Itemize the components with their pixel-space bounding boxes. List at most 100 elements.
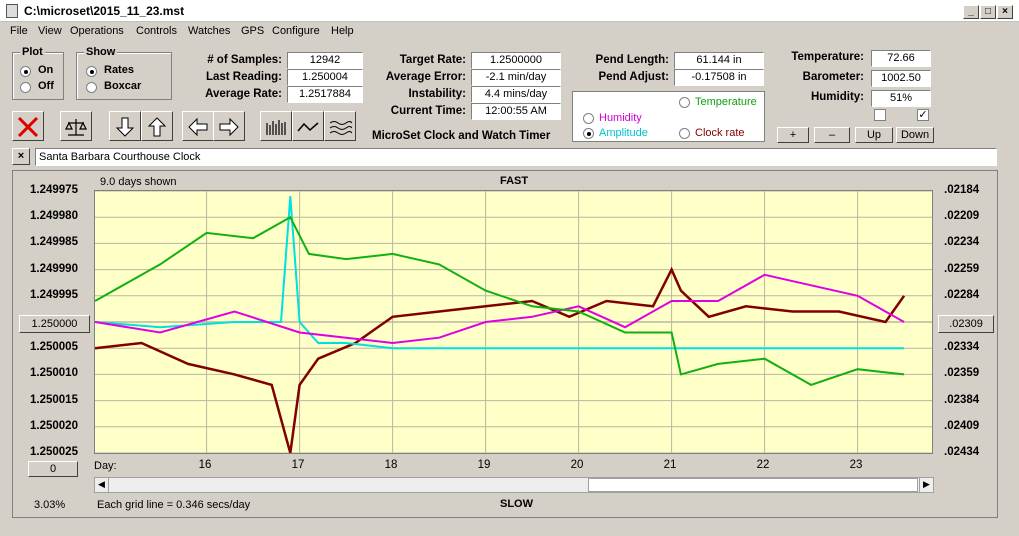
day-axis-label: Day: — [94, 460, 117, 472]
series-line-temperature — [94, 215, 905, 386]
humidity-radio[interactable] — [583, 113, 594, 124]
samples-label: # of Samples: — [207, 54, 282, 66]
y-right-tick-label: .02434 — [944, 446, 980, 458]
show-boxcar-radio[interactable] — [86, 82, 97, 93]
window-title: C:\microset\2015_11_23.mst — [24, 4, 185, 18]
temperature-radio[interactable] — [679, 97, 690, 108]
scroll-left-button[interactable] — [182, 111, 214, 141]
fast-label: FAST — [500, 175, 529, 187]
menu-help[interactable]: Help — [331, 25, 354, 37]
balance-button[interactable] — [60, 111, 92, 141]
arrow-down-icon — [115, 117, 135, 137]
balance-scale-icon — [65, 119, 87, 136]
scroll-left-arrow-icon[interactable]: ◀ — [95, 478, 109, 492]
plot-off-radio[interactable] — [20, 82, 31, 93]
menu-operations[interactable]: Operations — [70, 25, 124, 37]
red-x-icon — [17, 116, 39, 138]
compress-button[interactable] — [260, 111, 292, 141]
y-left-tick-label: 1.250025 — [30, 446, 78, 458]
temperature-value: 72.66 — [871, 50, 931, 67]
humidity-value: 51% — [871, 90, 931, 107]
y-left-tick-label: 1.250020 — [30, 419, 78, 432]
chart-svg — [94, 190, 932, 454]
series-line-humidity — [94, 273, 905, 345]
shift-up-button[interactable] — [141, 111, 173, 141]
x-tick-label: 19 — [477, 459, 491, 471]
samples-value: 12942 — [287, 52, 363, 69]
close-button[interactable]: × — [997, 5, 1013, 19]
smooth-button[interactable] — [292, 111, 324, 141]
menu-bar: File View Operations Controls Watches GP… — [0, 22, 1019, 42]
option-checkbox-1[interactable] — [874, 109, 886, 121]
show-rates-radio[interactable] — [86, 66, 97, 77]
right-amplitude-box[interactable]: .02309 — [938, 315, 994, 333]
minus-button[interactable]: – — [814, 127, 850, 143]
up-button[interactable]: Up — [855, 127, 893, 143]
grid-note: Each grid line = 0.346 secs/day — [97, 499, 251, 511]
arrow-up-icon — [147, 117, 167, 137]
target-rate-label: Target Rate: — [399, 54, 466, 66]
clock-rate-option[interactable]: Clock rate — [695, 127, 745, 139]
average-error-label: Average Error: — [385, 71, 466, 83]
temperature-option[interactable]: Temperature — [695, 96, 757, 108]
pend-length-label: Pend Length: — [595, 54, 669, 66]
shift-down-button[interactable] — [109, 111, 141, 141]
current-time-label: Current Time: — [390, 105, 466, 117]
show-boxcar-label[interactable]: Boxcar — [104, 80, 141, 92]
left-rate-box[interactable]: 1.250000 — [19, 315, 90, 333]
amplitude-radio[interactable] — [583, 128, 594, 139]
y-left-tick-label: 1.249975 — [30, 184, 78, 196]
menu-file[interactable]: File — [10, 25, 28, 37]
show-legend: Show — [84, 46, 118, 58]
clear-button[interactable] — [12, 111, 44, 141]
humidity-label: Humidity: — [810, 91, 864, 103]
option-checkbox-2[interactable]: ✓ — [917, 109, 929, 121]
average-error-value: -2.1 min/day — [471, 69, 561, 86]
plot-on-radio[interactable] — [20, 66, 31, 77]
plot-on-label[interactable]: On — [38, 64, 53, 76]
average-rate-label: Average Rate: — [205, 88, 282, 100]
humidity-option[interactable]: Humidity — [599, 112, 642, 124]
clear-name-button[interactable]: × — [12, 148, 30, 165]
maximize-button[interactable]: □ — [980, 5, 996, 19]
pend-adjust-label: Pend Adjust: — [598, 71, 670, 83]
down-button[interactable]: Down — [896, 127, 934, 143]
app-caption: MicroSet Clock and Watch Timer — [372, 130, 551, 142]
menu-view[interactable]: View — [38, 25, 62, 37]
plot-off-label[interactable]: Off — [38, 80, 54, 92]
plot-group — [12, 52, 64, 100]
y-right-tick-label: .02384 — [944, 393, 980, 406]
minimize-button[interactable]: _ — [963, 5, 979, 19]
zero-button[interactable]: 0 — [28, 461, 78, 477]
scroll-thumb[interactable] — [588, 478, 918, 492]
pend-length-value: 61.144 in — [674, 52, 764, 69]
y-left-tick-label: 1.249990 — [30, 262, 78, 275]
menu-watches[interactable]: Watches — [188, 25, 230, 37]
target-rate-value[interactable]: 1.2500000 — [471, 52, 561, 69]
menu-gps[interactable]: GPS — [241, 25, 264, 37]
plus-button[interactable]: + — [777, 127, 809, 143]
horizontal-scrollbar[interactable]: ◀ ▶ — [94, 477, 934, 493]
y-right-tick-label: .02184 — [944, 184, 980, 196]
menu-controls[interactable]: Controls — [136, 25, 177, 37]
y-left-tick-label: 1.250005 — [30, 341, 78, 354]
clock-name-field[interactable]: Santa Barbara Courthouse Clock — [35, 148, 997, 166]
y-left-tick-label: 1.249985 — [30, 236, 78, 249]
menu-configure[interactable]: Configure — [272, 25, 320, 37]
y-left-tick-label: 1.250015 — [30, 393, 78, 406]
x-tick-label: 16 — [198, 459, 212, 471]
y-right-tick-label: .02259 — [944, 262, 980, 275]
scroll-right-button[interactable] — [213, 111, 245, 141]
slow-label: SLOW — [500, 498, 533, 510]
show-rates-label[interactable]: Rates — [104, 64, 134, 76]
y-right-tick-label: .02359 — [944, 367, 980, 380]
percent-label: 3.03% — [34, 499, 66, 511]
series-line-amplitude — [94, 196, 905, 350]
amplitude-option[interactable]: Amplitude — [599, 127, 648, 139]
scroll-right-arrow-icon[interactable]: ▶ — [919, 478, 933, 492]
app-icon — [6, 4, 18, 18]
wave-icon — [297, 122, 319, 132]
y-right-tick-label: .02284 — [944, 288, 980, 301]
clock-rate-radio[interactable] — [679, 128, 690, 139]
stretch-button[interactable] — [324, 111, 356, 141]
